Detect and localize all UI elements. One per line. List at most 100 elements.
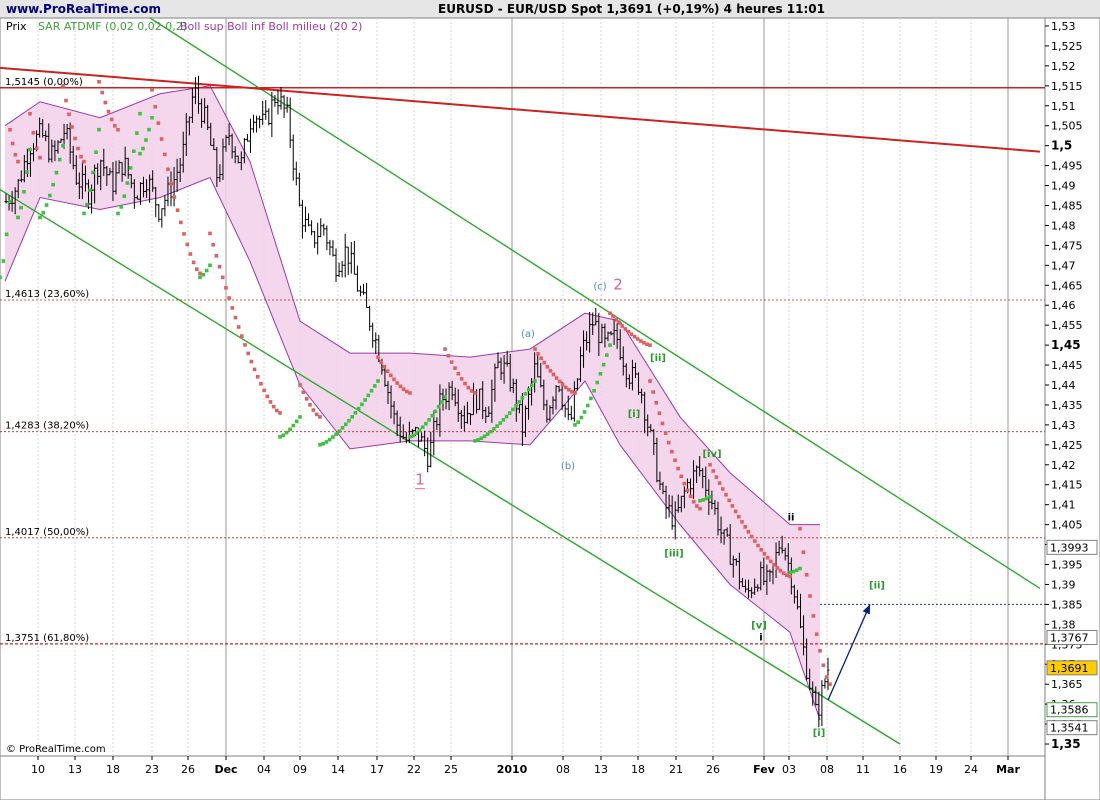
sar-dot: [788, 574, 792, 579]
sar-dot: [608, 343, 612, 347]
chart-window: 1,5145 (0,00%) 1,4613 (23,60%) 1,4283 (38,…: [0, 0, 1100, 800]
sar-dot: [94, 150, 98, 154]
sar-dot: [262, 388, 266, 393]
sar-dot: [122, 194, 127, 199]
sar-dot: [88, 188, 92, 193]
fib-level-label: 1,4613 (23,60%): [5, 289, 89, 300]
y-tick-label: 1,49: [1051, 180, 1076, 193]
sar-dot: [13, 152, 18, 157]
sar-dot: [153, 104, 157, 109]
sar-dot: [436, 404, 441, 409]
sar-dot: [601, 362, 606, 367]
wave-label: [iii]: [664, 549, 683, 560]
sar-dot: [759, 547, 763, 552]
sar-dot: [482, 434, 487, 439]
sar-dot: [730, 504, 735, 508]
sar-dot: [638, 339, 643, 343]
sar-dot: [163, 152, 167, 157]
sar-dot: [64, 98, 68, 103]
wave-label: [ii]: [650, 353, 666, 364]
sar-dot: [573, 423, 577, 427]
sar-dot: [252, 367, 257, 372]
sar-dot: [473, 391, 477, 395]
y-tick-label: 1,505: [1051, 120, 1083, 133]
sar-dot: [654, 400, 659, 405]
sar-dot: [150, 115, 154, 120]
price-chart[interactable]: 1,5145 (0,00%) 1,4613 (23,60%) 1,4283 (38,…: [0, 0, 1100, 800]
site-name: www.ProRealTime.com: [6, 2, 161, 16]
fib-level-label: 1,3751 (61,80%): [5, 633, 89, 644]
sar-dot: [395, 381, 399, 385]
sar-dot: [156, 121, 161, 125]
sar-dot: [113, 124, 117, 128]
sar-dot: [304, 397, 309, 401]
sar-dot: [284, 430, 289, 435]
y-tick-label: 1,455: [1051, 319, 1083, 332]
sar-dot: [635, 337, 640, 341]
sar-dot: [217, 264, 222, 269]
sar-dot: [246, 351, 250, 356]
sar-dot: [717, 481, 722, 485]
sar-dot: [514, 403, 518, 408]
sar-dot: [551, 372, 556, 377]
sar-dot: [311, 408, 316, 412]
sar-dot: [16, 159, 20, 164]
y-tick-label: 1,42: [1051, 459, 1076, 472]
sar-dot: [385, 369, 390, 373]
sar-dot: [685, 488, 690, 493]
sar-dot: [517, 400, 522, 404]
x-tick-label: 14: [331, 763, 345, 776]
sar-dot: [82, 211, 86, 216]
sar-dot: [51, 182, 55, 187]
y-tick-label: 1,39: [1051, 578, 1076, 591]
sar-dot: [321, 441, 326, 446]
sar-dot: [626, 329, 631, 334]
sar-dot: [298, 415, 302, 419]
sar-dot: [660, 421, 665, 426]
sar-dot: [275, 408, 279, 413]
sar-dot: [278, 435, 282, 439]
sar-dot: [749, 534, 754, 539]
sar-dot: [28, 111, 32, 116]
y-tick-label: 1,38: [1051, 618, 1076, 631]
sar-dot: [91, 170, 95, 175]
sar-dot: [298, 383, 302, 387]
sar-dot: [743, 525, 747, 529]
sar-dot: [150, 88, 154, 92]
sar-dot: [382, 364, 387, 369]
sar-dot: [10, 141, 15, 146]
sar-dot: [169, 181, 173, 186]
sar-dot: [485, 432, 490, 436]
wave-label: i: [759, 632, 762, 643]
sar-dot: [31, 130, 36, 135]
sar-dot: [401, 387, 406, 392]
y-tick-label: 1,48: [1051, 219, 1076, 232]
sar-dot: [227, 296, 231, 300]
sar-dot: [629, 332, 634, 337]
sar-dot: [233, 315, 238, 320]
sar-dot: [670, 449, 674, 454]
sar-dot: [343, 422, 348, 427]
sar-dot: [676, 466, 680, 471]
sar-dot: [737, 514, 741, 519]
sar-dot: [775, 566, 779, 570]
sar-dot: [8, 127, 12, 132]
price-tag-label: 1,3993: [1050, 541, 1089, 554]
sar-dot: [492, 427, 496, 431]
sar-dot: [366, 393, 371, 398]
sar-dot: [201, 272, 206, 277]
sar-dot: [433, 409, 438, 414]
sar-dot: [476, 438, 480, 442]
sar-dot: [507, 411, 512, 415]
sar-dot: [801, 550, 806, 555]
sar-dot: [208, 263, 212, 268]
wave-label: [v]: [751, 620, 767, 631]
sar-dot: [443, 395, 447, 399]
sar-dot: [814, 632, 819, 637]
sar-dot: [501, 418, 506, 422]
sar-dot: [76, 146, 80, 151]
sar-dot: [778, 568, 783, 573]
sar-dot: [545, 364, 550, 369]
sar-dot: [369, 388, 374, 393]
sar-dot: [582, 410, 587, 414]
